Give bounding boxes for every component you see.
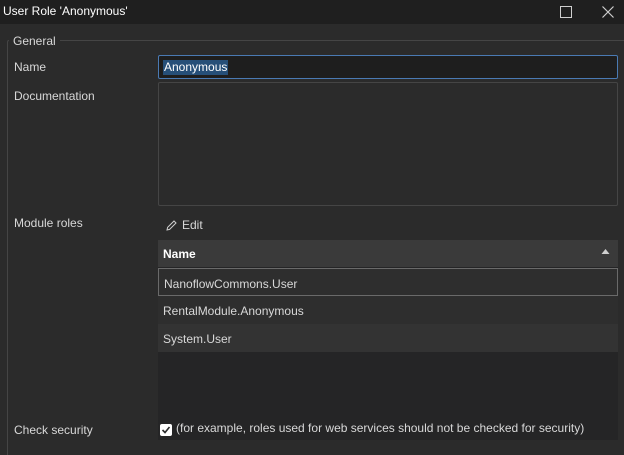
table-row[interactable]: RentalModule.Anonymous [158,296,618,324]
general-legend: General [9,34,60,48]
grid-header-name[interactable]: Name [158,240,618,267]
row-name: System.User [163,332,232,346]
name-field[interactable]: Anonymous [158,55,618,79]
check-security-note: (for example, roles used for web service… [176,421,585,435]
table-row[interactable]: System.User [158,324,618,352]
dialog-content: General Name Anonymous Documentation Mod… [0,24,624,455]
documentation-label: Documentation [14,89,95,103]
sort-ascending-icon [601,249,610,254]
edit-button[interactable]: Edit [165,215,203,235]
pencil-icon [166,219,177,231]
close-icon [602,6,614,18]
name-value: Anonymous [163,60,229,75]
close-button[interactable] [592,0,624,24]
maximize-icon [560,6,572,18]
check-security-label: Check security [14,423,93,437]
module-roles-grid: Name NanoflowCommons.User RentalModule.A… [158,240,618,440]
table-row[interactable]: NanoflowCommons.User [158,268,618,296]
title-bar: User Role 'Anonymous' [0,0,624,24]
documentation-textarea[interactable] [158,82,618,206]
name-label: Name [14,60,47,74]
module-roles-label: Module roles [14,216,83,230]
check-icon [161,426,171,434]
column-header-name: Name [163,247,196,261]
maximize-button[interactable] [546,0,586,24]
edit-label: Edit [182,218,203,232]
row-name: NanoflowCommons.User [164,277,298,291]
window-title: User Role 'Anonymous' [3,4,128,18]
check-security-checkbox[interactable] [160,424,172,436]
row-name: RentalModule.Anonymous [163,304,304,318]
